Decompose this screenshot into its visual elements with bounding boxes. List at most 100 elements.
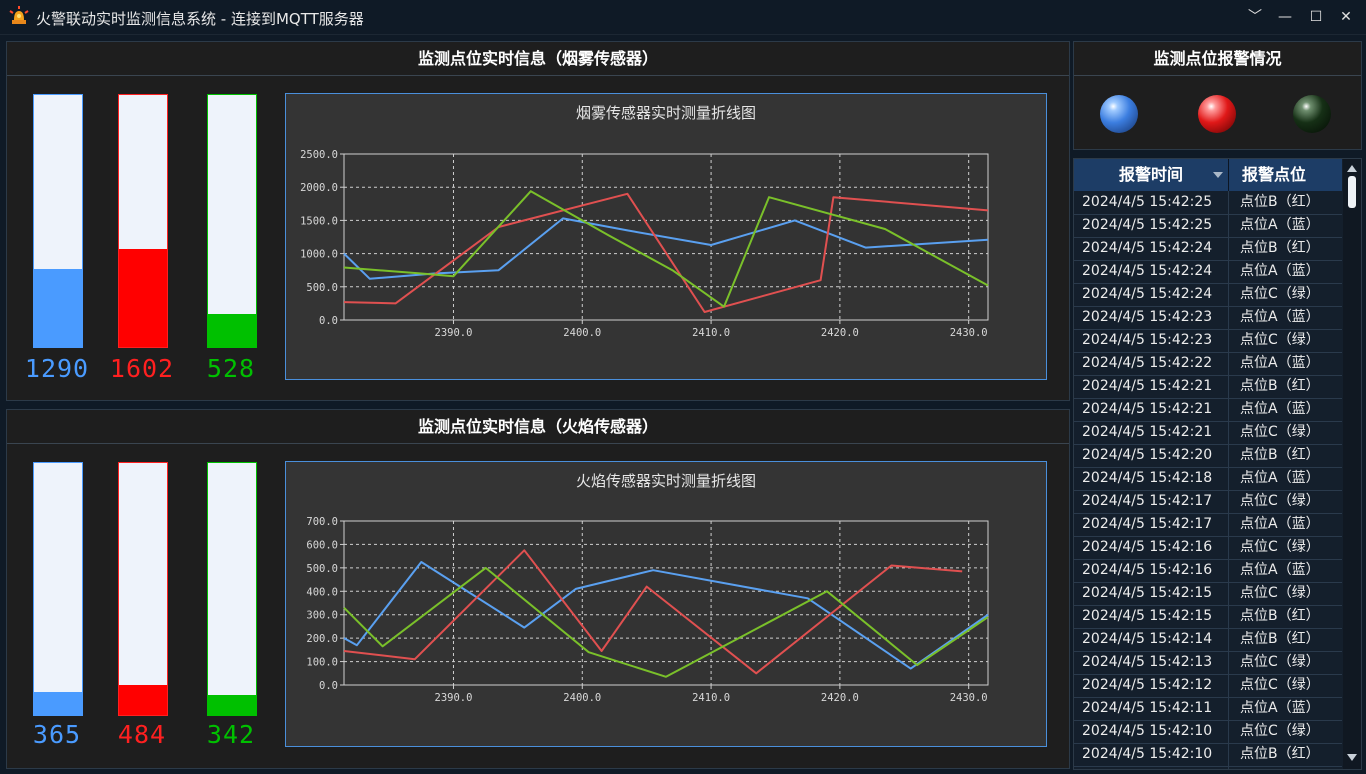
scroll-down-icon[interactable] (1347, 754, 1357, 761)
flame-readout-red: 484 (117, 720, 167, 749)
alarm-point-cell: 点位C（绿） (1240, 286, 1320, 302)
table-scrollbar[interactable] (1343, 159, 1361, 769)
scrollbar-thumb[interactable] (1348, 176, 1356, 208)
alarm-point-cell: 点位A（蓝） (1240, 401, 1320, 417)
alarm-panel-title: 监测点位报警情况 (1074, 42, 1361, 76)
alarm-point-cell: 点位C（绿） (1240, 723, 1320, 739)
table-row[interactable]: 2024/4/5 15:42:11 点位A（蓝） (1074, 697, 1342, 721)
alarm-time-cell: 2024/4/5 15:42:23 (1082, 309, 1213, 325)
alarm-time-cell: 2024/4/5 15:42:25 (1082, 194, 1213, 210)
alarm-time-cell: 2024/4/5 15:42:22 (1082, 355, 1213, 371)
close-button[interactable]: ✕ (1333, 5, 1359, 29)
alarm-point-cell: 点位A（蓝） (1240, 217, 1320, 233)
table-row[interactable]: 2024/4/5 15:42:16 点位A（蓝） (1074, 559, 1342, 583)
alarm-time-cell: 2024/4/5 15:42:24 (1082, 240, 1213, 256)
alarm-time-cell: 2024/4/5 15:42:14 (1082, 631, 1213, 647)
scroll-up-icon[interactable] (1347, 165, 1357, 172)
flame-bar-green (207, 462, 257, 716)
y-tick-label: 700.0 (306, 516, 338, 528)
table-row[interactable]: 2024/4/5 15:42:20 点位B（红） (1074, 444, 1342, 468)
smoke-readout-green: 528 (206, 354, 256, 383)
table-row[interactable]: 2024/4/5 15:42:12 点位C（绿） (1074, 674, 1342, 698)
column-alarm-point[interactable]: 报警点位 (1229, 159, 1319, 191)
flame-panel-title: 监测点位实时信息（火焰传感器） (7, 410, 1069, 444)
alarm-time-cell: 2024/4/5 15:42:18 (1082, 470, 1213, 486)
alarm-time-cell: 2024/4/5 15:42:10 (1082, 746, 1213, 762)
table-row[interactable]: 2024/4/5 15:42:10 点位C（绿） (1074, 720, 1342, 744)
table-row[interactable]: 2024/4/5 15:42:17 点位C（绿） (1074, 490, 1342, 514)
alarm-point-cell: 点位B（红） (1240, 240, 1320, 256)
y-tick-label: 0.0 (319, 315, 338, 327)
smoke-bar-blue-fill (34, 268, 82, 347)
alarm-time-cell: 2024/4/5 15:42:10 (1082, 723, 1213, 739)
table-row[interactable]: 2024/4/5 15:42:15 点位B（红） (1074, 605, 1342, 629)
flame-chart-plot: 0.0 100.0 200.0 300.0 400.0 500.0 600.0 700.0 23… (306, 516, 989, 704)
smoke-bar-red-fill (119, 248, 167, 347)
alarm-log-table: 报警时间 报警点位 2024/4/5 15:42:25 点位B（红） 2024/4/… (1073, 158, 1362, 770)
table-row[interactable]: 2024/4/5 15:42:10 点位B（红） (1074, 743, 1342, 767)
alarm-time-cell: 2024/4/5 15:42:20 (1082, 447, 1213, 463)
x-tick-label: 2420.0 (821, 327, 859, 339)
minimize-button[interactable]: — (1272, 5, 1298, 29)
flame-bar-blue-fill (34, 692, 82, 715)
y-tick-label: 1500.0 (300, 215, 338, 227)
table-row[interactable]: 2024/4/5 15:42:13 点位C（绿） (1074, 651, 1342, 675)
dropdown-button[interactable]: ﹀ (1242, 5, 1268, 29)
table-row[interactable]: 2024/4/5 15:42:15 点位C（绿） (1074, 582, 1342, 606)
table-row[interactable]: 2024/4/5 15:42:24 点位B（红） (1074, 237, 1342, 261)
table-row[interactable]: 2024/4/5 15:42:24 点位A（蓝） (1074, 260, 1342, 284)
y-tick-label: 500.0 (306, 563, 338, 575)
column-alarm-time[interactable]: 报警时间 (1074, 159, 1228, 191)
flame-bar-red-fill (119, 684, 167, 715)
smoke-bar-blue (33, 94, 83, 348)
y-tick-label: 2500.0 (300, 149, 338, 161)
table-row[interactable]: 2024/4/5 15:42:25 点位B（红） (1074, 191, 1342, 215)
alarm-time-cell: 2024/4/5 15:42:11 (1082, 700, 1213, 716)
alarm-time-cell: 2024/4/5 15:42:16 (1082, 539, 1213, 555)
table-row[interactable]: 2024/4/5 15:42:18 点位A（蓝） (1074, 467, 1342, 491)
table-row[interactable]: 2024/4/5 15:42:21 点位C（绿） (1074, 421, 1342, 445)
x-tick-label: 2410.0 (692, 692, 730, 704)
table-row[interactable]: 2024/4/5 15:42:24 点位C（绿） (1074, 283, 1342, 307)
alarm-time-cell: 2024/4/5 15:42:21 (1082, 401, 1213, 417)
alarm-point-cell: 点位A（蓝） (1240, 562, 1320, 578)
flame-sensor-panel: 监测点位实时信息（火焰传感器） 365 484 342 火焰传感器实时测量折线图… (6, 409, 1070, 769)
alarm-point-cell: 点位B（红） (1240, 447, 1320, 463)
y-tick-label: 2000.0 (300, 182, 338, 194)
table-row[interactable]: 2024/4/5 15:42:21 点位A（蓝） (1074, 398, 1342, 422)
blue-alarm-light (1100, 95, 1138, 133)
alarm-time-cell: 2024/4/5 15:42:21 (1082, 424, 1213, 440)
alarm-point-cell: 点位C（绿） (1240, 677, 1320, 693)
table-row[interactable]: 2024/4/5 15:42:17 点位A（蓝） (1074, 513, 1342, 537)
alarm-point-cell: 点位A（蓝） (1240, 470, 1320, 486)
x-tick-label: 2430.0 (950, 327, 988, 339)
alarm-point-cell: 点位A（蓝） (1240, 263, 1320, 279)
table-row[interactable]: 2024/4/5 15:42:16 点位C（绿） (1074, 536, 1342, 560)
table-row[interactable]: 2024/4/5 15:42:25 点位A（蓝） (1074, 214, 1342, 238)
alarm-point-cell: 点位C（绿） (1240, 424, 1320, 440)
y-tick-label: 1000.0 (300, 249, 338, 261)
smoke-readout-blue: 1290 (24, 354, 90, 383)
table-row[interactable]: 2024/4/5 15:42:23 点位A（蓝） (1074, 306, 1342, 330)
alarm-time-cell: 2024/4/5 15:42:15 (1082, 585, 1213, 601)
smoke-bar-green (207, 94, 257, 348)
alarm-point-cell: 点位C（绿） (1240, 654, 1320, 670)
alarm-time-cell: 2024/4/5 15:42:17 (1082, 493, 1213, 509)
maximize-button[interactable]: ☐ (1303, 5, 1329, 29)
alarm-point-cell: 点位B（红） (1240, 608, 1320, 624)
smoke-bar-green-fill (208, 314, 256, 347)
alarm-point-cell: 点位A（蓝） (1240, 516, 1320, 532)
flame-chart: 火焰传感器实时测量折线图 0.0 100.0 200.0 300.0 400.0 500.… (285, 461, 1047, 747)
table-row[interactable]: 2024/4/5 15:42:14 点位B（红） (1074, 628, 1342, 652)
alarm-point-cell: 点位B（红） (1240, 194, 1320, 210)
alarm-time-cell: 2024/4/5 15:42:15 (1082, 608, 1213, 624)
flame-readout-green: 342 (206, 720, 256, 749)
table-row[interactable]: 2024/4/5 15:42:23 点位C（绿） (1074, 329, 1342, 353)
x-tick-label: 2400.0 (563, 327, 601, 339)
alarm-time-cell: 2024/4/5 15:42:16 (1082, 562, 1213, 578)
y-tick-label: 100.0 (306, 657, 338, 669)
y-tick-label: 0.0 (319, 680, 338, 692)
column-alarm-time-label: 报警时间 (1118, 165, 1183, 184)
table-row[interactable]: 2024/4/5 15:42:21 点位B（红） (1074, 375, 1342, 399)
table-row[interactable]: 2024/4/5 15:42:22 点位A（蓝） (1074, 352, 1342, 376)
